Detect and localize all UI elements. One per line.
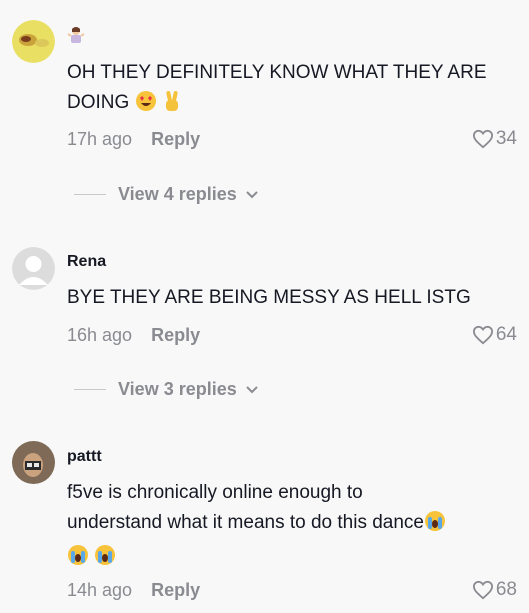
- chevron-down-icon: [246, 385, 258, 393]
- comment-text-line-2: understand what it means to do this danc…: [67, 508, 509, 542]
- username[interactable]: Rena: [67, 253, 106, 271]
- reply-button[interactable]: Reply: [151, 325, 200, 345]
- like-count: 68: [495, 579, 517, 600]
- username-emoji: [67, 25, 85, 48]
- avatar[interactable]: [12, 247, 55, 290]
- username[interactable]: pattt: [67, 448, 102, 466]
- view-replies-label: View 4 replies: [118, 184, 237, 204]
- chevron-down-icon: [246, 190, 258, 198]
- comment-text: f5ve is chronically online enough to und…: [67, 478, 509, 576]
- comment-meta: 17h ago Reply: [67, 129, 200, 150]
- crying-emoji: [424, 510, 446, 542]
- divider-line: [74, 389, 106, 390]
- heart-eyes-emoji: [135, 90, 157, 122]
- crying-emoji: [67, 544, 89, 576]
- like-button[interactable]: 68: [472, 579, 517, 601]
- reply-button[interactable]: Reply: [151, 129, 200, 149]
- divider-line: [74, 194, 106, 195]
- like-button[interactable]: 64: [472, 324, 517, 346]
- heart-outline-icon: [472, 325, 493, 345]
- comment-text: BYE THEY ARE BEING MESSY AS HELL ISTG: [67, 287, 471, 308]
- comment-text-line-3: [67, 542, 509, 576]
- heart-outline-icon: [472, 129, 493, 149]
- avatar[interactable]: [12, 20, 55, 63]
- view-replies-button[interactable]: View 4 replies: [74, 184, 259, 205]
- comment-meta: 16h ago Reply: [67, 325, 200, 346]
- like-count: 34: [495, 128, 517, 149]
- view-replies-label: View 3 replies: [118, 379, 237, 399]
- view-replies-button[interactable]: View 3 replies: [74, 379, 259, 400]
- timestamp: 16h ago: [67, 325, 133, 345]
- heart-outline-icon: [472, 580, 493, 600]
- victory-hand-emoji: [162, 90, 182, 122]
- like-button[interactable]: 34: [472, 128, 517, 150]
- crying-emoji: [94, 544, 116, 576]
- comment-text: OH THEY DEFINITELY KNOW WHAT THEY ARE DO…: [67, 58, 509, 122]
- comment-meta: 14h ago Reply: [67, 580, 200, 601]
- comment-text-line-1: f5ve is chronically online enough to: [67, 482, 363, 503]
- avatar[interactable]: [12, 441, 55, 484]
- reply-button[interactable]: Reply: [151, 580, 200, 600]
- timestamp: 17h ago: [67, 129, 133, 149]
- timestamp: 14h ago: [67, 580, 133, 600]
- like-count: 64: [495, 324, 517, 345]
